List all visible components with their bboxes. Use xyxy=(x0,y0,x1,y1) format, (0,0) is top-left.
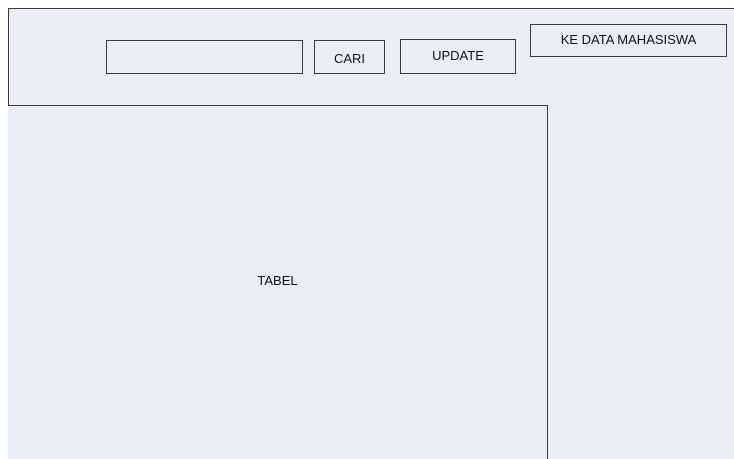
search-input[interactable] xyxy=(106,40,303,74)
data-table[interactable]: TABEL xyxy=(8,105,548,459)
update-button[interactable]: UPDATE xyxy=(400,39,516,74)
table-placeholder-label: TABEL xyxy=(257,273,298,288)
ke-data-mahasiswa-button[interactable]: KE DATA MAHASISWA xyxy=(530,24,727,57)
cari-button[interactable]: CARI xyxy=(314,40,385,74)
